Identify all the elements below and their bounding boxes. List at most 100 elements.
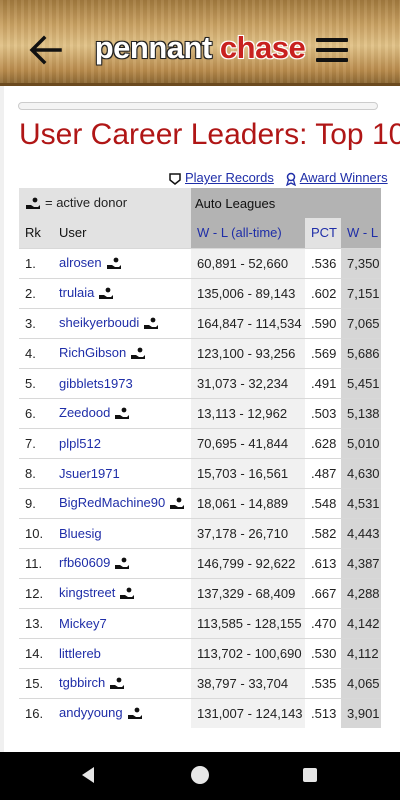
wl-alltime-cell: 31,073 - 32,234 bbox=[191, 367, 305, 398]
user-cell[interactable]: Bluesig bbox=[53, 517, 191, 548]
user-link[interactable]: littlereb bbox=[59, 646, 101, 661]
table-row: 3. sheikyerboudi 164,847 - 114,534.590 7,06… bbox=[19, 307, 381, 338]
user-cell[interactable]: rfb60609 bbox=[53, 547, 191, 578]
wl-alltime-cell: 60,891 - 52,660 bbox=[191, 247, 305, 278]
wl-alltime-sort-link[interactable]: W - L (all-time) bbox=[197, 225, 282, 240]
hand-donor-icon bbox=[106, 257, 121, 269]
pct-cell: .590 bbox=[305, 307, 341, 338]
nav-back-icon[interactable] bbox=[80, 766, 96, 784]
user-link[interactable]: sheikyerboudi bbox=[59, 315, 139, 330]
user-cell[interactable]: tgbbirch bbox=[53, 667, 191, 698]
hand-donor-icon bbox=[115, 407, 130, 419]
rank-column-header: Rk bbox=[19, 218, 53, 248]
rank-cell: 7. bbox=[19, 427, 53, 458]
user-link[interactable]: plpl512 bbox=[59, 436, 101, 451]
user-column-header: User bbox=[53, 218, 191, 248]
pct-cell: .491 bbox=[305, 367, 341, 398]
wl-alltime-column-header[interactable]: W - L (all-time) bbox=[191, 218, 305, 248]
pct-cell: .536 bbox=[305, 247, 341, 278]
wl2-cell: 5,010 bbox=[341, 427, 381, 458]
pct-cell: .513 bbox=[305, 697, 341, 728]
wl2-cell: 7,151 bbox=[341, 277, 381, 308]
user-link[interactable]: Zeedood bbox=[59, 405, 110, 420]
rank-cell: 1. bbox=[19, 247, 53, 278]
menu-bar bbox=[316, 48, 348, 52]
user-cell[interactable]: kingstreet bbox=[53, 577, 191, 608]
rank-cell: 12. bbox=[19, 577, 53, 608]
pct-cell: .548 bbox=[305, 487, 341, 518]
wl2-cell: 7,350 bbox=[341, 247, 381, 278]
user-cell[interactable]: BigRedMachine90 bbox=[53, 487, 191, 518]
wl2-cell: 4,443 bbox=[341, 517, 381, 548]
user-cell[interactable]: RichGibson bbox=[53, 337, 191, 368]
table-row: 16. andyyoung 131,007 - 124,143.513 3,901 bbox=[19, 697, 381, 728]
user-link[interactable]: BigRedMachine90 bbox=[59, 495, 165, 510]
user-link[interactable]: Bluesig bbox=[59, 526, 102, 541]
pct-cell: .667 bbox=[305, 577, 341, 608]
user-cell[interactable]: littlereb bbox=[53, 637, 191, 668]
hand-donor-icon bbox=[120, 587, 135, 599]
page-links: Player Records Award Winners bbox=[168, 170, 388, 186]
pct-cell: .628 bbox=[305, 427, 341, 458]
table-row: 1. alrosen 60,891 - 52,660.536 7,350 bbox=[19, 247, 381, 278]
user-link[interactable]: gibblets1973 bbox=[59, 376, 133, 391]
wl2-column-header[interactable]: W - L bbox=[341, 218, 381, 248]
hamburger-menu-icon bbox=[316, 38, 348, 42]
user-link[interactable]: andyyoung bbox=[59, 705, 123, 720]
rank-cell: 11. bbox=[19, 547, 53, 578]
wl-alltime-cell: 137,329 - 68,409 bbox=[191, 577, 305, 608]
pct-cell: .535 bbox=[305, 667, 341, 698]
table-row: 13. Mickey7 113,585 - 128,155.470 4,142 bbox=[19, 607, 381, 638]
table-row: 9. BigRedMachine90 18,061 - 14,889.548 4,53… bbox=[19, 487, 381, 518]
user-cell[interactable]: alrosen bbox=[53, 247, 191, 278]
award-winners-link[interactable]: Award Winners bbox=[300, 170, 388, 185]
user-link[interactable]: kingstreet bbox=[59, 585, 115, 600]
user-cell[interactable]: plpl512 bbox=[53, 427, 191, 458]
pct-column-header[interactable]: PCT bbox=[305, 218, 341, 248]
user-cell[interactable]: Jsuer1971 bbox=[53, 457, 191, 488]
horizontal-scrollbar[interactable] bbox=[18, 102, 378, 110]
logo-text-pennant: pennant bbox=[94, 30, 213, 65]
rank-cell: 13. bbox=[19, 607, 53, 638]
hamburger-menu-button[interactable] bbox=[316, 38, 348, 64]
user-link[interactable]: trulaia bbox=[59, 285, 94, 300]
user-cell[interactable]: andyyoung bbox=[53, 697, 191, 728]
hand-donor-icon bbox=[131, 347, 146, 359]
player-records-link[interactable]: Player Records bbox=[185, 170, 274, 185]
main-content: User Career Leaders: Top 100 Player Reco… bbox=[0, 86, 400, 752]
user-link[interactable]: alrosen bbox=[59, 255, 102, 270]
pct-cell: .487 bbox=[305, 457, 341, 488]
nav-home-icon[interactable] bbox=[191, 766, 209, 784]
pct-cell: .569 bbox=[305, 337, 341, 368]
table-row: 10. Bluesig 37,178 - 26,710.582 4,443 bbox=[19, 517, 381, 548]
user-cell[interactable]: gibblets1973 bbox=[53, 367, 191, 398]
menu-bar bbox=[316, 58, 348, 62]
table-body: 1. alrosen 60,891 - 52,660.536 7,350 2. trula… bbox=[19, 247, 381, 728]
user-link[interactable]: rfb60609 bbox=[59, 555, 110, 570]
pct-cell: .613 bbox=[305, 547, 341, 578]
table-row: 15. tgbbirch 38,797 - 33,704.535 4,065 bbox=[19, 667, 381, 698]
logo-text-chase: chase bbox=[219, 30, 306, 65]
pct-cell: .582 bbox=[305, 517, 341, 548]
rank-cell: 6. bbox=[19, 397, 53, 428]
user-cell[interactable]: trulaia bbox=[53, 277, 191, 308]
hand-donor-icon bbox=[115, 557, 130, 569]
user-link[interactable]: Jsuer1971 bbox=[59, 466, 120, 481]
user-link[interactable]: RichGibson bbox=[59, 345, 126, 360]
user-link[interactable]: tgbbirch bbox=[59, 675, 105, 690]
user-cell[interactable]: Zeedood bbox=[53, 397, 191, 428]
hand-donor-icon bbox=[26, 197, 40, 209]
wl-alltime-cell: 123,100 - 93,256 bbox=[191, 337, 305, 368]
user-cell[interactable]: Mickey7 bbox=[53, 607, 191, 638]
user-cell[interactable]: sheikyerboudi bbox=[53, 307, 191, 338]
table-row: 6. Zeedood 13,113 - 12,962.503 5,138 bbox=[19, 397, 381, 428]
hand-donor-icon bbox=[127, 707, 142, 720]
table-row: 2. trulaia 135,006 - 89,143.602 7,151 bbox=[19, 277, 381, 308]
auto-leagues-header: Auto Leagues bbox=[191, 188, 381, 218]
wl-alltime-cell: 131,007 - 124,143 bbox=[191, 697, 305, 728]
donor-legend-text: = active donor bbox=[45, 195, 128, 211]
nav-recents-icon[interactable] bbox=[303, 768, 317, 782]
wl-alltime-cell: 113,702 - 100,690 bbox=[191, 637, 305, 668]
table-row: 11. rfb60609 146,799 - 92,622.613 4,387 bbox=[19, 547, 381, 578]
user-link[interactable]: Mickey7 bbox=[59, 616, 107, 631]
